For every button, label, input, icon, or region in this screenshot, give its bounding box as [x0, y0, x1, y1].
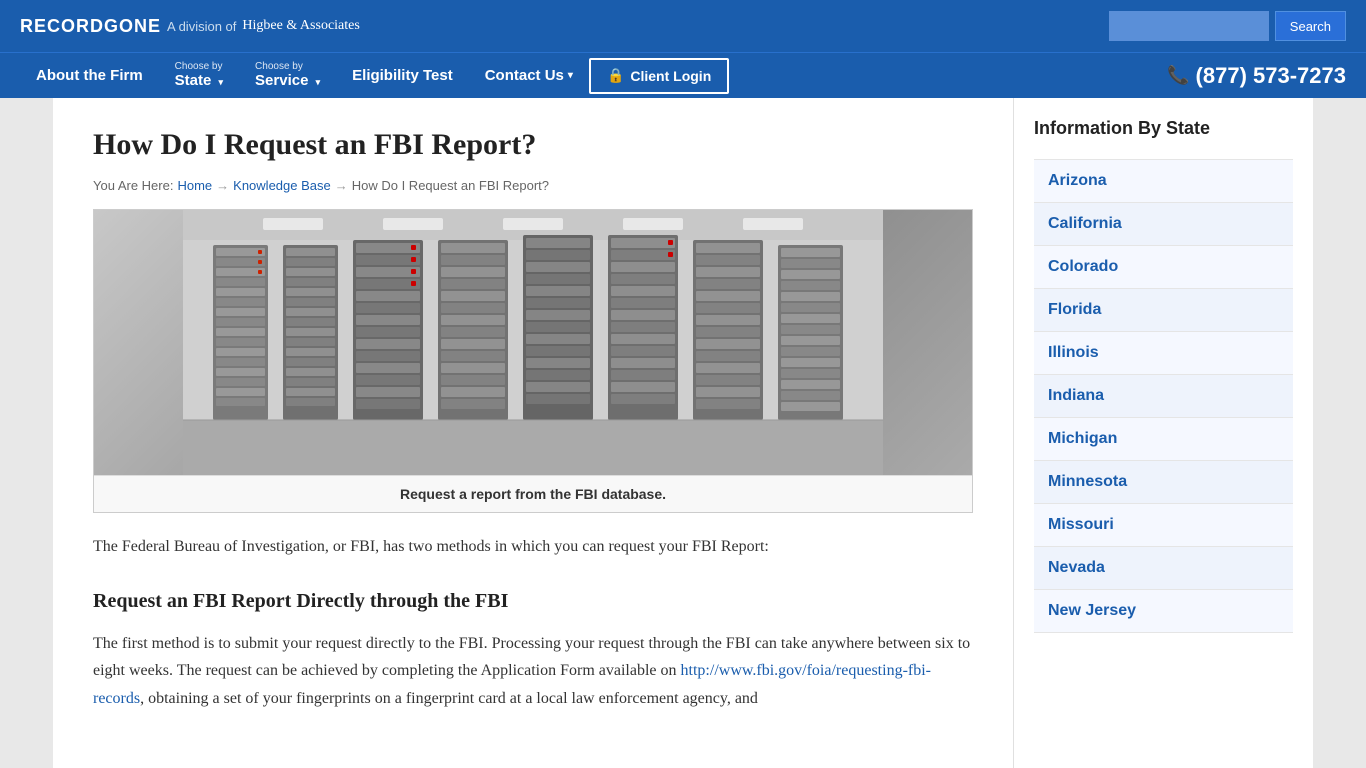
breadcrumb-knowledge-base[interactable]: Knowledge Base	[233, 178, 331, 193]
choose-state-main: State ▾	[175, 72, 223, 90]
state-link-nevada[interactable]: Nevada	[1034, 547, 1293, 589]
state-list-item: Minnesota	[1034, 461, 1293, 504]
state-link-colorado[interactable]: Colorado	[1034, 246, 1293, 288]
main-wrapper: How Do I Request an FBI Report? You Are …	[53, 98, 1313, 768]
article-title: How Do I Request an FBI Report?	[93, 128, 973, 162]
division-text: A division of	[167, 19, 236, 34]
breadcrumb-home[interactable]: Home	[177, 178, 212, 193]
nav-item-eligibility[interactable]: Eligibility Test	[336, 53, 469, 98]
nav-item-about[interactable]: About the Firm	[20, 53, 159, 98]
search-area: Search	[1109, 11, 1346, 41]
search-button[interactable]: Search	[1275, 11, 1346, 41]
state-list-item: Missouri	[1034, 504, 1293, 547]
nav-item-client-login[interactable]: 🔒 Client Login	[589, 58, 729, 94]
state-list-item: Indiana	[1034, 375, 1293, 418]
article-image-box: Request a report from the FBI database.	[93, 209, 973, 513]
state-link-new-jersey[interactable]: New Jersey	[1034, 590, 1293, 632]
nav-links: About the Firm Choose by State ▾ Choose …	[20, 53, 729, 98]
logo-area: RECORDGONE A division of Higbee & Associ…	[20, 16, 360, 37]
search-input[interactable]	[1109, 11, 1269, 41]
state-link-florida[interactable]: Florida	[1034, 289, 1293, 331]
sidebar-title: Information By State	[1034, 118, 1293, 147]
nav-bar: About the Firm Choose by State ▾ Choose …	[0, 52, 1366, 98]
breadcrumb-sep-1: →	[216, 178, 229, 193]
nav-item-contact[interactable]: Contact Us ▾	[469, 53, 589, 98]
content-area: How Do I Request an FBI Report? You Are …	[53, 98, 1013, 768]
section1-title: Request an FBI Report Directly through t…	[93, 584, 973, 618]
contact-dropdown-arrow: ▾	[568, 70, 573, 81]
choose-service-main: Service ▾	[255, 72, 320, 90]
state-list-item: Florida	[1034, 289, 1293, 332]
state-link-minnesota[interactable]: Minnesota	[1034, 461, 1293, 503]
state-list: ArizonaCaliforniaColoradoFloridaIllinois…	[1034, 159, 1293, 633]
choose-state-small: Choose by	[175, 62, 223, 72]
state-dropdown-arrow: ▾	[219, 77, 224, 87]
breadcrumb-you-are-here: You Are Here:	[93, 178, 173, 193]
breadcrumb-sep-2: →	[335, 178, 348, 193]
state-link-missouri[interactable]: Missouri	[1034, 504, 1293, 546]
state-list-item: Colorado	[1034, 246, 1293, 289]
state-list-item: Illinois	[1034, 332, 1293, 375]
breadcrumb: You Are Here: Home → Knowledge Base → Ho…	[93, 178, 973, 193]
state-list-item: Arizona	[1034, 159, 1293, 203]
server-room-illustration	[94, 210, 972, 475]
section1-para: The first method is to submit your reque…	[93, 630, 973, 712]
phone-icon: 📞	[1167, 65, 1189, 86]
article-intro: The Federal Bureau of Investigation, or …	[93, 533, 973, 560]
phone-number: (877) 573-7273	[1196, 63, 1346, 89]
higbee-name: Higbee & Associates	[242, 18, 359, 34]
nav-item-state[interactable]: Choose by State ▾	[159, 53, 239, 98]
state-link-arizona[interactable]: Arizona	[1034, 160, 1293, 202]
article-image	[94, 210, 972, 475]
state-link-illinois[interactable]: Illinois	[1034, 332, 1293, 374]
state-link-michigan[interactable]: Michigan	[1034, 418, 1293, 460]
nav-item-service[interactable]: Choose by Service ▾	[239, 53, 336, 98]
lock-icon: 🔒	[607, 67, 624, 84]
service-dropdown-arrow: ▾	[316, 77, 321, 87]
state-list-item: California	[1034, 203, 1293, 246]
image-caption: Request a report from the FBI database.	[94, 475, 972, 512]
state-link-indiana[interactable]: Indiana	[1034, 375, 1293, 417]
choose-service-small: Choose by	[255, 62, 320, 72]
article-body: The Federal Bureau of Investigation, or …	[93, 533, 973, 712]
state-list-item: New Jersey	[1034, 590, 1293, 633]
sidebar: Information By State ArizonaCaliforniaCo…	[1013, 98, 1313, 768]
state-list-item: Michigan	[1034, 418, 1293, 461]
breadcrumb-current: How Do I Request an FBI Report?	[352, 178, 549, 193]
state-list-item: Nevada	[1034, 547, 1293, 590]
top-bar: RECORDGONE A division of Higbee & Associ…	[0, 0, 1366, 52]
state-link-california[interactable]: California	[1034, 203, 1293, 245]
brand-name: RECORDGONE	[20, 16, 161, 37]
phone-display: 📞 (877) 573-7273	[1167, 63, 1346, 89]
nav-about-label: About the Firm	[36, 67, 143, 84]
